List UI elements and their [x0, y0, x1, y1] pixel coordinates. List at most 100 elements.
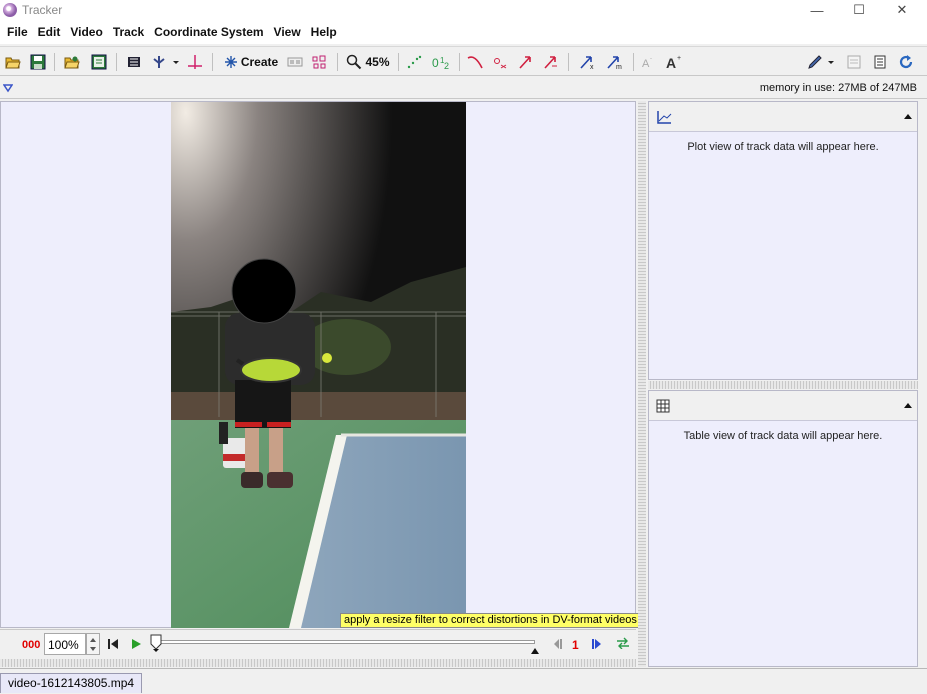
save-project-button[interactable] [90, 52, 108, 72]
svg-text:m: m [616, 64, 622, 70]
film-clip-icon [128, 57, 140, 67]
save-button[interactable] [29, 52, 47, 72]
play-icon [132, 639, 141, 649]
decrease-font-button[interactable]: A- [641, 52, 655, 72]
trails-button[interactable] [405, 52, 423, 72]
path-curve-icon [467, 56, 483, 69]
create-label: Create [240, 55, 279, 69]
step-back-icon [554, 639, 562, 649]
open-file-button[interactable] [4, 52, 22, 72]
track-control-button[interactable] [286, 52, 304, 72]
table-panel[interactable]: Table view of track data will appear her… [648, 390, 918, 667]
svg-text:x: x [590, 64, 594, 70]
tape-measure-button[interactable] [186, 52, 204, 72]
save-project-icon [91, 54, 107, 70]
skip-start-icon [108, 639, 118, 649]
font-larger-icon: A + [666, 55, 681, 70]
video-panel[interactable]: apply a resize filter to correct distort… [0, 101, 641, 628]
vector-mass-button[interactable]: m [604, 52, 626, 72]
menu-edit[interactable]: Edit [33, 25, 66, 39]
playback-rate-spinner[interactable] [86, 633, 100, 655]
step-back-button[interactable] [552, 638, 562, 652]
create-track-button[interactable]: Create [222, 52, 280, 72]
step-size-value[interactable]: 1 [572, 638, 579, 652]
increase-font-button[interactable]: A + [665, 52, 683, 72]
acceleration-vector-button[interactable] [541, 52, 559, 72]
player-grip[interactable] [0, 659, 636, 667]
coordinate-axes-button[interactable] [150, 52, 180, 72]
loop-button[interactable] [616, 637, 630, 652]
video-file-tab[interactable]: video-1612143805.mp4 [0, 673, 143, 693]
menu-view[interactable]: View [269, 25, 306, 39]
svg-text:A: A [642, 58, 650, 69]
menu-track[interactable]: Track [108, 25, 149, 39]
open-project-button[interactable] [63, 52, 81, 72]
tracker-app-icon [3, 3, 17, 17]
vector-position-button[interactable]: x [577, 52, 597, 72]
position-vector-button[interactable] [491, 52, 509, 72]
step-forward-icon [592, 639, 601, 649]
player-bar: 000 100% 1 [0, 629, 636, 659]
tracker-window: Tracker — ☐ ✕ File Edit Video Track Coor… [0, 0, 927, 694]
trails-icon [407, 55, 422, 69]
svg-text:A: A [666, 55, 676, 70]
velocity-arrow-icon [519, 56, 531, 69]
document-icon [874, 55, 886, 69]
notes-button[interactable] [846, 52, 862, 72]
svg-text:2: 2 [444, 61, 449, 70]
autotracker-button[interactable] [310, 52, 328, 72]
frame-slider[interactable] [157, 640, 535, 644]
end-frame-marker-icon[interactable] [531, 648, 539, 654]
refresh-icon [899, 55, 913, 69]
collapse-table-icon[interactable] [904, 403, 912, 408]
menu-coordinate-system[interactable]: Coordinate System [149, 25, 268, 39]
magnifier-icon [347, 54, 362, 70]
open-project-icon [64, 56, 80, 69]
drawing-tools-button[interactable] [806, 52, 836, 72]
svg-text:-: - [650, 56, 652, 62]
vector-m-icon: m [607, 56, 622, 70]
menu-bar: File Edit Video Track Coordinate System … [0, 20, 927, 44]
frame-number[interactable]: 000 [22, 639, 40, 651]
plot-panel-header [649, 102, 917, 132]
spinner-up-icon[interactable] [90, 638, 96, 642]
show-path-button[interactable] [466, 52, 484, 72]
title-bar: Tracker — ☐ ✕ [0, 0, 927, 20]
plot-placeholder-text: Plot view of track data will appear here… [687, 141, 879, 153]
right-splitter[interactable] [648, 381, 918, 389]
memory-bar: memory in use: 27MB of 247MB [0, 77, 927, 99]
clip-settings-button[interactable] [125, 52, 143, 72]
collapse-plot-icon[interactable] [904, 114, 912, 119]
velocity-vector-button[interactable] [516, 52, 534, 72]
step-labels-button[interactable]: 012 [430, 52, 452, 72]
close-button[interactable]: ✕ [880, 0, 924, 20]
filter-dropdown-icon[interactable] [2, 82, 14, 96]
open-folder-icon [5, 57, 21, 69]
maximize-button[interactable]: ☐ [837, 0, 881, 20]
plot-panel[interactable]: Plot view of track data will appear here… [648, 101, 918, 380]
menu-help[interactable]: Help [306, 25, 342, 39]
video-frame[interactable] [171, 102, 466, 628]
plot-axes-icon[interactable] [656, 110, 672, 127]
refresh-button[interactable] [897, 52, 915, 72]
minimize-button[interactable]: — [795, 0, 839, 20]
play-button[interactable] [131, 638, 141, 652]
reset-button[interactable] [108, 638, 118, 652]
menu-file[interactable]: File [2, 25, 33, 39]
menu-video[interactable]: Video [65, 25, 107, 39]
step-forward-button[interactable] [592, 638, 602, 652]
zoom-button[interactable]: 45% [345, 52, 391, 72]
spinner-down-icon[interactable] [90, 647, 96, 651]
slider-thumb-icon[interactable] [150, 634, 162, 655]
playback-rate-field[interactable]: 100% [44, 633, 86, 655]
position-icon [494, 58, 507, 69]
pencil-menu-icon [808, 55, 834, 69]
resize-filter-warning[interactable]: apply a resize filter to correct distort… [340, 613, 641, 628]
zoom-label: 45% [365, 55, 390, 69]
svg-text:+: + [677, 55, 681, 62]
font-smaller-icon: A- [642, 56, 652, 69]
properties-button[interactable] [872, 52, 888, 72]
main-splitter[interactable] [638, 101, 646, 667]
point-labels-icon: 0 12 [432, 56, 449, 70]
table-grid-icon[interactable] [656, 399, 670, 416]
